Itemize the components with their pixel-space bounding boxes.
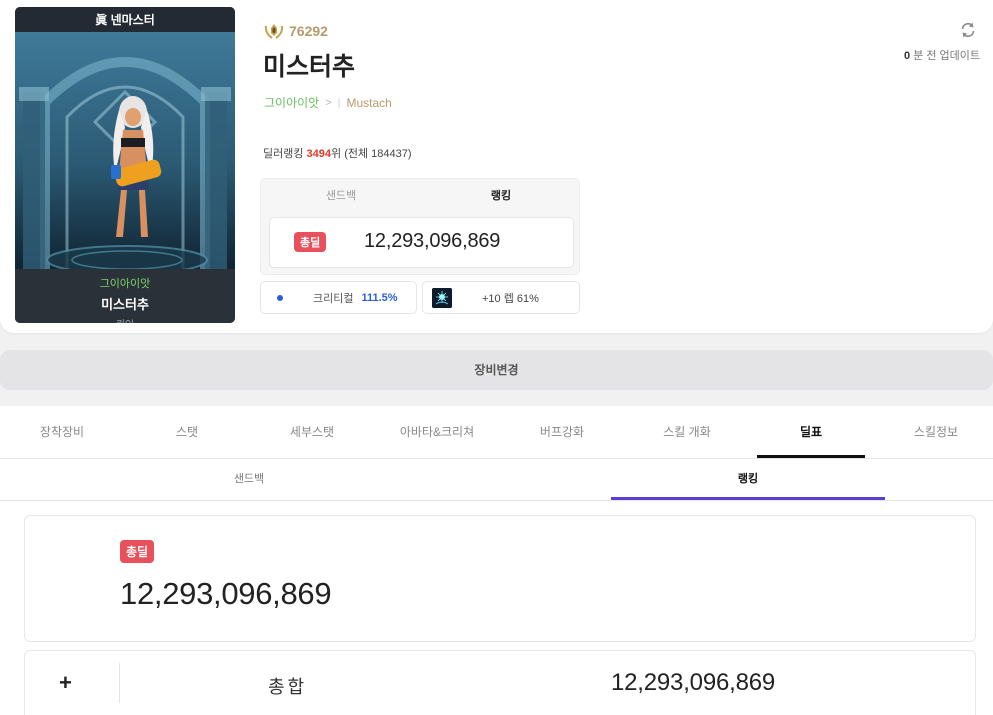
update-minutes: 0: [903, 50, 911, 62]
tab-equipment[interactable]: 장착장비: [8, 406, 116, 458]
dealer-ranking-prefix: 딜러랭킹: [263, 148, 307, 160]
rank-badge: 76292: [264, 22, 328, 40]
dealer-ranking-suffix: 위 (전체 184437): [331, 148, 412, 160]
damage-tab-sandbag[interactable]: 샌드백: [261, 179, 421, 213]
divider: [119, 663, 120, 703]
summary-value: 12,293,096,869: [611, 669, 776, 696]
character-adventure: 그이아이앗: [99, 278, 151, 290]
total-damage-badge: 총딜: [120, 540, 155, 563]
laurel-crest-icon: [264, 24, 284, 39]
divider: |: [337, 96, 341, 109]
refresh-icon[interactable]: [958, 20, 978, 40]
equipment-change-button[interactable]: 장비변경: [0, 350, 993, 390]
guild-name[interactable]: Mustach: [347, 96, 392, 110]
total-damage-value: 12,293,096,869: [120, 576, 332, 611]
tab-skill-info[interactable]: 스킬정보: [882, 406, 990, 458]
adventure-guild-row: 그이아이앗 > | Mustach: [264, 94, 392, 111]
critical-value: 111.5%: [361, 291, 398, 304]
character-class-header: 眞 넨마스터: [15, 7, 235, 32]
sub-tab-sandbag[interactable]: 샌드백: [112, 459, 386, 500]
character-card-footer: 그이아이앗 미스터추 퀴인: [15, 269, 235, 323]
rank-number: 76292: [289, 23, 328, 39]
tab-skill-bloom[interactable]: 스킬 개화: [633, 406, 741, 458]
sub-tabs: 샌드백 랭킹: [0, 459, 993, 501]
total-damage-badge: 총딜: [294, 232, 327, 252]
tab-detail-stats[interactable]: 세부스탯: [258, 406, 366, 458]
enchant-stat: +10 렙 61%: [422, 281, 580, 314]
total-damage-card: 총딜 12,293,096,869: [24, 515, 976, 642]
character-job: 퀴인: [15, 316, 235, 323]
total-damage-value: 12,293,096,869: [364, 230, 501, 252]
update-label: 분 전 업데이트: [913, 50, 980, 62]
dealer-ranking: 딜러랭킹 3494위 (전체 184437): [263, 145, 412, 161]
enchant-item-icon: [432, 287, 452, 308]
tab-damage-table[interactable]: 딜표: [757, 406, 865, 458]
summary-row: + 총합 12,293,096,869: [24, 650, 976, 715]
dealer-ranking-value: 3494: [306, 148, 332, 160]
expand-button[interactable]: +: [59, 672, 72, 694]
tab-stats[interactable]: 스탯: [133, 406, 241, 458]
summary-label: 총합: [268, 677, 308, 697]
damage-value-panel: 총딜 12,293,096,869: [269, 217, 574, 268]
critical-stat: 크리티컬 111.5%: [260, 281, 417, 314]
enchant-label: +10 렙 61%: [482, 292, 539, 305]
chevron-right-icon: >: [325, 96, 332, 109]
main-tabs: 장착장비 스탯 세부스탯 아바타&크리쳐 버프강화 스킬 개화 딜표 스킬정보: [0, 406, 993, 459]
last-update: 0 분 전 업데이트: [900, 47, 980, 63]
tab-buff-enhance[interactable]: 버프강화: [508, 406, 616, 458]
sub-tab-ranking[interactable]: 랭킹: [611, 459, 885, 500]
character-name: 미스터추: [101, 297, 149, 312]
profile-card: 眞 넨마스터 그이아이앗 미스터추 76292 미스터추 그이아이앗 > | M…: [0, 0, 993, 333]
critical-label: 크리티컬: [313, 292, 354, 305]
character-illustration: [15, 32, 235, 272]
main-panel: 장착장비 스탯 세부스탯 아바타&크리쳐 버프강화 스킬 개화 딜표 스킬정보 …: [0, 406, 993, 715]
damage-tab-ranking[interactable]: 랭킹: [421, 179, 581, 213]
damage-tabs: 샌드백 랭킹: [261, 179, 581, 213]
dot-icon: [277, 294, 283, 301]
character-card: 眞 넨마스터 그이아이앗 미스터추: [15, 7, 235, 323]
character-title: 미스터추: [263, 53, 356, 81]
damage-summary-box: 샌드백 랭킹 총딜 12,293,096,869: [260, 178, 580, 275]
adventure-link[interactable]: 그이아이앗: [264, 94, 319, 111]
tab-avatar-creature[interactable]: 아바타&크리쳐: [383, 406, 491, 458]
character-class-label: 眞 넨마스터: [95, 13, 155, 27]
